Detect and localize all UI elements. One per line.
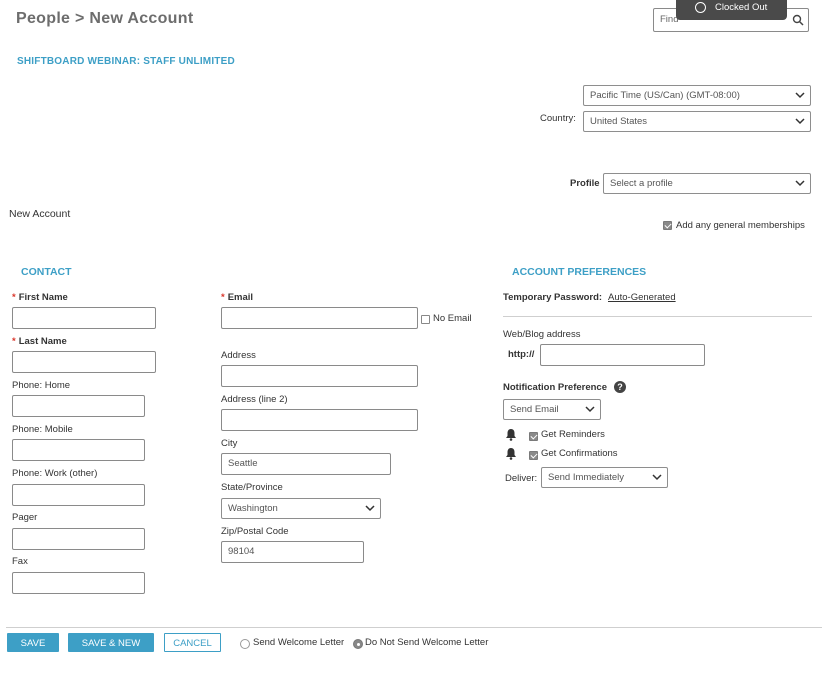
- divider: [503, 316, 812, 317]
- phone-home-field[interactable]: [12, 395, 145, 417]
- first-name-label: * First Name: [12, 292, 68, 303]
- bell-icon: [506, 448, 516, 460]
- account-preferences-heading: ACCOUNT PREFERENCES: [512, 266, 647, 278]
- page-title: People > New Account: [16, 10, 194, 27]
- address-field[interactable]: [221, 365, 418, 387]
- help-icon[interactable]: ?: [614, 381, 626, 393]
- chevron-down-icon: [585, 406, 595, 413]
- phone-work-field[interactable]: [12, 484, 145, 506]
- no-welcome-label[interactable]: Do Not Send Welcome Letter: [365, 637, 488, 648]
- state-label: State/Province: [221, 482, 283, 493]
- fax-label: Fax: [12, 556, 28, 567]
- bell-icon: [506, 429, 516, 441]
- profile-select[interactable]: Select a profile: [603, 173, 811, 194]
- general-memberships-label: Add any general memberships: [676, 220, 805, 231]
- zip-label: Zip/Postal Code: [221, 526, 289, 537]
- get-reminders-checkbox[interactable]: [529, 432, 538, 441]
- phone-home-label: Phone: Home: [12, 380, 71, 391]
- pager-label: Pager: [12, 512, 38, 523]
- last-name-label: * Last Name: [12, 336, 67, 347]
- no-email-checkbox[interactable]: [421, 315, 430, 324]
- state-select[interactable]: Washington: [221, 498, 381, 519]
- get-reminders-label: Get Reminders: [541, 429, 605, 440]
- required-marker: *: [12, 336, 16, 347]
- address2-field[interactable]: [221, 409, 418, 431]
- temp-password-label: Temporary Password:: [503, 292, 603, 303]
- notification-preference-label: Notification Preference: [503, 382, 607, 393]
- send-welcome-label[interactable]: Send Welcome Letter: [253, 637, 344, 648]
- footer-divider: [6, 627, 822, 628]
- country-select[interactable]: United States: [583, 111, 811, 132]
- country-label: Country:: [540, 113, 576, 124]
- required-marker: *: [221, 292, 225, 303]
- web-address-field[interactable]: [540, 344, 705, 366]
- general-memberships-checkbox[interactable]: [663, 221, 672, 230]
- get-confirmations-checkbox[interactable]: [529, 451, 538, 460]
- city-label: City: [221, 438, 238, 449]
- clock-status-label: Clocked Out: [715, 2, 768, 13]
- organization-name: SHIFTBOARD WEBINAR: STAFF UNLIMITED: [17, 56, 235, 67]
- zip-field[interactable]: 98104: [221, 541, 364, 563]
- save-and-new-button[interactable]: SAVE & NEW: [68, 633, 154, 652]
- cancel-button[interactable]: CANCEL: [164, 633, 221, 652]
- contact-heading: CONTACT: [21, 266, 72, 278]
- no-email-label: No Email: [433, 313, 472, 324]
- save-button[interactable]: SAVE: [7, 633, 59, 652]
- temp-password-link[interactable]: Auto-Generated: [608, 292, 676, 303]
- required-marker: *: [12, 292, 16, 303]
- no-welcome-radio[interactable]: [353, 639, 363, 649]
- section-subtitle: New Account: [9, 208, 71, 220]
- last-name-field[interactable]: [12, 351, 156, 373]
- chevron-down-icon: [795, 92, 805, 99]
- email-label: * Email: [221, 292, 254, 303]
- fax-field[interactable]: [12, 572, 145, 594]
- web-prefix: http://: [508, 349, 535, 360]
- phone-mobile-field[interactable]: [12, 439, 145, 461]
- phone-mobile-label: Phone: Mobile: [12, 424, 73, 435]
- chevron-down-icon: [795, 180, 805, 187]
- get-confirmations-label: Get Confirmations: [541, 448, 618, 459]
- address-label: Address: [221, 350, 256, 361]
- address2-label: Address (line 2): [221, 394, 288, 405]
- deliver-select[interactable]: Send Immediately: [541, 467, 668, 488]
- search-icon[interactable]: [792, 14, 804, 26]
- chevron-down-icon: [652, 474, 662, 481]
- profile-label: Profile: [570, 178, 600, 189]
- deliver-label: Deliver:: [505, 473, 538, 484]
- chevron-down-icon: [365, 505, 375, 512]
- chevron-down-icon: [795, 118, 805, 125]
- pager-field[interactable]: [12, 528, 145, 550]
- timezone-select[interactable]: Pacific Time (US/Can) (GMT-08:00): [583, 85, 811, 106]
- clock-status-badge[interactable]: Clocked Out: [676, 0, 787, 20]
- email-field[interactable]: [221, 307, 418, 329]
- city-field[interactable]: Seattle: [221, 453, 391, 475]
- clock-icon: [695, 2, 706, 13]
- first-name-field[interactable]: [12, 307, 156, 329]
- phone-work-label: Phone: Work (other): [12, 468, 98, 479]
- notification-preference-select[interactable]: Send Email: [503, 399, 601, 420]
- web-address-label: Web/Blog address: [503, 329, 581, 340]
- send-welcome-radio[interactable]: [240, 639, 250, 649]
